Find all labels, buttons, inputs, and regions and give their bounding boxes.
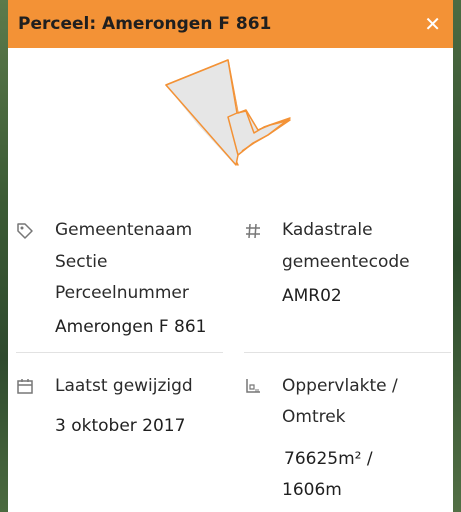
date-label: Laatst gewijzigd [55,376,193,396]
gemeente-label: Gemeentenaam [55,220,193,240]
tag-icon [16,222,34,240]
kadastrale-value: AMR02 [282,286,342,306]
sectie-label: Sectie [55,252,108,272]
oppervlakte-label-1: Oppervlakte / [282,376,398,396]
close-icon[interactable]: ✕ [424,14,441,34]
divider-left [16,352,223,353]
map-background-right [453,0,461,512]
area-icon [244,377,262,395]
divider-right [244,352,451,353]
parcel-shape [158,55,308,170]
kadastrale-label-2: gemeentecode [282,252,410,272]
parcel-info-panel: Perceel: Amerongen F 861 ✕ Gemeentenaam … [8,0,453,512]
hash-icon [244,222,262,240]
kadastrale-label-1: Kadastrale [282,220,373,240]
date-value: 3 oktober 2017 [55,416,186,436]
perceel-value: Amerongen F 861 [55,317,207,337]
oppervlakte-value: 76625m² / [284,449,373,469]
perceelnummer-label: Perceelnummer [55,283,189,303]
oppervlakte-label-2: Omtrek [282,407,346,427]
map-background-left [0,0,8,512]
panel-header: Perceel: Amerongen F 861 ✕ [8,0,453,48]
calendar-icon [16,377,34,395]
panel-title: Perceel: Amerongen F 861 [18,14,272,34]
omtrek-value: 1606m [282,480,342,500]
